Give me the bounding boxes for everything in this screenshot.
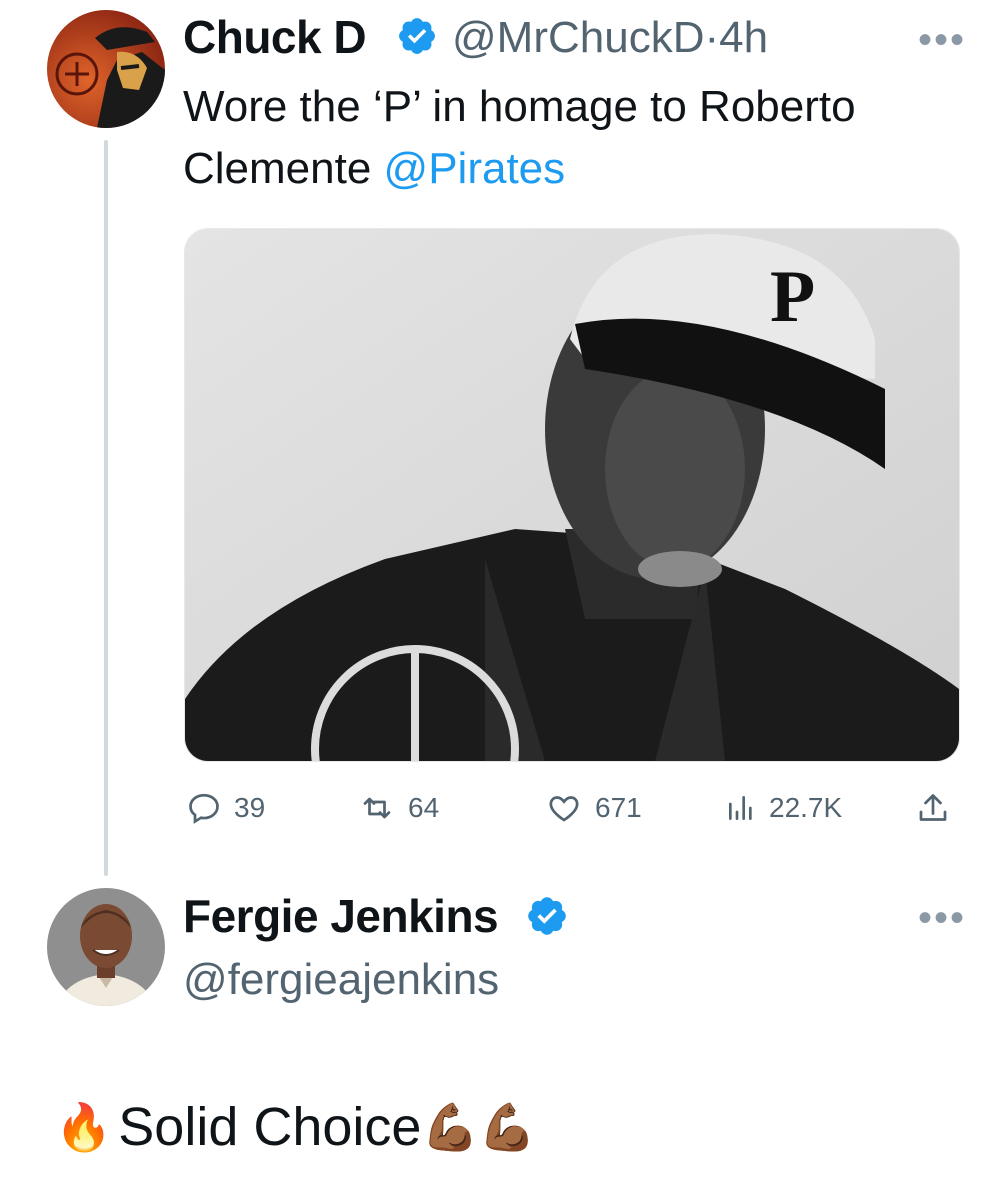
verified-badge-icon <box>525 894 569 938</box>
tweet-photo[interactable]: P <box>184 228 960 762</box>
reply-count: 39 <box>234 792 266 823</box>
flexed-bicep-emoji: 💪🏾💪🏾 <box>421 1101 537 1153</box>
author-handle-time[interactable]: @MrChuckD·4h <box>452 16 768 60</box>
views-button[interactable]: 22.7K <box>725 790 842 826</box>
share-icon <box>919 794 947 821</box>
like-icon <box>549 796 579 822</box>
views-count: 22.7K <box>769 792 843 823</box>
reply-author-handle[interactable]: @fergieajenkins <box>183 958 499 1002</box>
mention-link[interactable]: @Pirates <box>384 144 566 193</box>
tweet-text-line-2: Clemente @Pirates <box>183 138 973 200</box>
share-button[interactable] <box>915 790 951 828</box>
chuck-d-avatar[interactable] <box>47 10 165 128</box>
like-count: 671 <box>595 792 642 823</box>
reply-author-name[interactable]: Fergie Jenkins <box>183 893 499 939</box>
tweet-text: Wore the ‘P’ in homage to Roberto Clemen… <box>183 76 973 200</box>
more-icon[interactable]: ••• <box>918 20 966 60</box>
reply-more-icon[interactable]: ••• <box>918 898 966 938</box>
retweet-button[interactable]: 64 <box>358 790 439 826</box>
tweet-text-line-1: Wore the ‘P’ in homage to Roberto <box>183 82 856 131</box>
retweet-icon <box>363 797 391 819</box>
reply-text-body: Solid Choice <box>118 1097 422 1157</box>
svg-text:P: P <box>770 256 815 338</box>
verified-badge-icon <box>396 15 438 57</box>
reply-icon <box>189 793 219 824</box>
author-name[interactable]: Chuck D <box>183 14 367 60</box>
reply-button[interactable]: 39 <box>186 790 265 826</box>
retweet-count: 64 <box>408 792 440 823</box>
tweet-text-clemente: Clemente <box>183 144 384 193</box>
like-button[interactable]: 671 <box>545 790 642 826</box>
reply-text: 🔥 Solid Choice 💪🏾💪🏾 <box>55 1100 536 1154</box>
views-icon <box>729 796 752 820</box>
thread-line <box>104 140 108 876</box>
fire-emoji: 🔥 <box>55 1101 113 1153</box>
fergie-jenkins-avatar[interactable] <box>47 888 165 1006</box>
